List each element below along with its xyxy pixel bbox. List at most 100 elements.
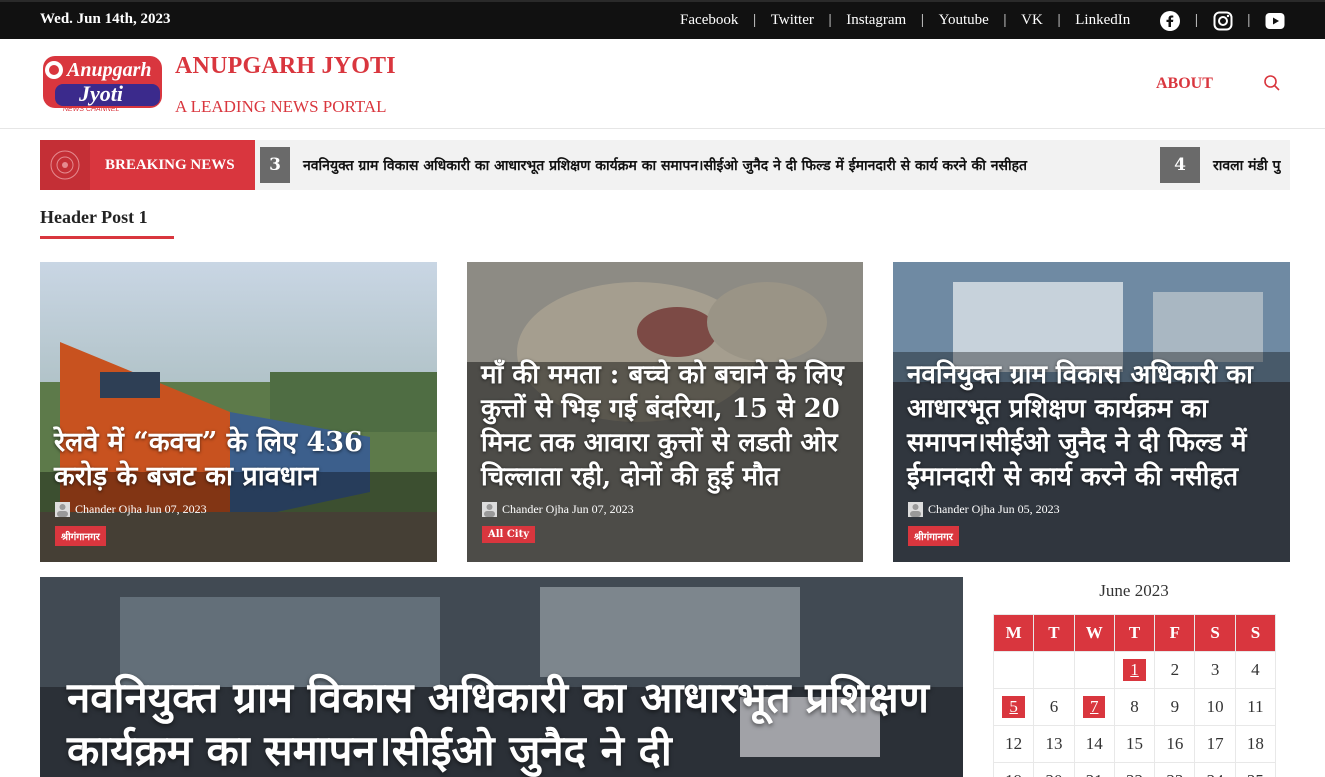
- calendar-day[interactable]: 5: [992, 688, 1035, 726]
- linkedin-link[interactable]: LinkedIn: [1075, 12, 1130, 29]
- calendar-week-row: 1234: [992, 651, 1277, 689]
- calendar-day-link[interactable]: 7: [1082, 696, 1106, 718]
- weekday-header: F: [1154, 614, 1196, 652]
- facebook-icon[interactable]: [1160, 10, 1181, 31]
- calendar-day: 4: [1234, 651, 1277, 689]
- separator: |: [1002, 13, 1008, 28]
- post-meta: Chander Ojha Jun 07, 2023: [482, 502, 634, 517]
- ticker-item[interactable]: 4 रावला मंडी पु: [1160, 147, 1280, 183]
- calendar-day: 24: [1194, 762, 1236, 777]
- broadcast-icon: [40, 140, 90, 190]
- calendar-day-link[interactable]: 1: [1123, 659, 1146, 681]
- calendar-day[interactable]: 7: [1073, 688, 1115, 726]
- separator: |: [827, 13, 833, 28]
- social-links: Facebook | Twitter | Instagram | Youtube…: [680, 2, 1285, 39]
- weekday-header: W: [1073, 614, 1115, 652]
- post-card[interactable]: माँ की ममता : बच्चे को बचाने के लिए कुत्…: [467, 262, 863, 562]
- post-category[interactable]: श्रीगंगानगर: [55, 526, 106, 546]
- post-date: Jun 07, 2023: [571, 502, 634, 516]
- top-bar: Wed. Jun 14th, 2023 Facebook | Twitter |…: [0, 0, 1325, 39]
- post-card[interactable]: रेलवे में “कवच” के लिए 436 करोड़ के बजट …: [40, 262, 437, 562]
- instagram-link[interactable]: Instagram: [846, 12, 906, 29]
- ticker-item[interactable]: 3 नवनियुक्त ग्राम विकास अधिकारी का आधारभ…: [260, 147, 1027, 183]
- calendar-day: 17: [1194, 725, 1236, 763]
- post-meta: Chander Ojha Jun 05, 2023: [908, 502, 1060, 517]
- calendar-day: 23: [1154, 762, 1196, 777]
- calendar-week-row: 5 6 7 8 9 10 11: [992, 688, 1277, 726]
- calendar-day-link[interactable]: 5: [1002, 696, 1025, 718]
- ticker-thumbnail: 3: [260, 147, 290, 183]
- weekday-header: S: [1234, 614, 1277, 652]
- author-avatar-icon: [482, 502, 497, 517]
- svg-text:Anupgarh: Anupgarh: [65, 59, 152, 81]
- weekday-header: T: [1113, 614, 1156, 652]
- calendar-day: 12: [992, 725, 1035, 763]
- twitter-link[interactable]: Twitter: [771, 12, 814, 29]
- breaking-news-bar: BREAKING NEWS 3 नवनियुक्त ग्राम विकास अध…: [40, 140, 1290, 190]
- calendar-day: [1033, 651, 1075, 689]
- youtube-link[interactable]: Youtube: [939, 12, 989, 29]
- post-title[interactable]: नवनियुक्त ग्राम विकास अधिकारी का आधारभूत…: [907, 358, 1278, 494]
- separator: |: [752, 13, 757, 28]
- calendar-day: 2: [1154, 651, 1196, 689]
- separator: |: [1056, 13, 1062, 28]
- post-author[interactable]: Chander Ojha: [75, 502, 142, 517]
- post-author[interactable]: Chander Ojha: [502, 502, 569, 517]
- post-card[interactable]: नवनियुक्त ग्राम विकास अधिकारी का आधारभूत…: [893, 262, 1290, 562]
- calendar-day: 8: [1113, 688, 1156, 726]
- ticker-thumbnail: 4: [1160, 147, 1200, 183]
- featured-post-title[interactable]: नवनियुक्त ग्राम विकास अधिकारी का आधारभूत…: [67, 671, 947, 777]
- calendar-week-row: 19202122232425: [992, 762, 1277, 777]
- site-tagline: A LEADING NEWS PORTAL: [175, 97, 387, 116]
- svg-text:NEWS CHANNEL: NEWS CHANNEL: [63, 106, 120, 112]
- author-avatar-icon: [908, 502, 923, 517]
- instagram-icon[interactable]: [1213, 11, 1233, 31]
- calendar-day: 18: [1234, 725, 1277, 763]
- youtube-icon[interactable]: [1265, 11, 1285, 31]
- calendar-day: 14: [1073, 725, 1115, 763]
- site-logo[interactable]: Anupgarh Jyoti NEWS CHANNEL: [41, 54, 164, 113]
- calendar-day: [1073, 651, 1115, 689]
- post-title[interactable]: रेलवे में “कवच” के लिए 436 करोड़ के बजट …: [54, 426, 425, 494]
- calendar-day: 11: [1234, 688, 1277, 726]
- section-heading: Header Post 1: [40, 207, 148, 227]
- post-category[interactable]: All City: [482, 526, 536, 543]
- calendar-day: 16: [1154, 725, 1196, 763]
- svg-text:Jyoti: Jyoti: [78, 81, 124, 106]
- weekday-header: S: [1194, 614, 1236, 652]
- separator: |: [920, 13, 925, 28]
- nav-about-link[interactable]: ABOUT: [1156, 75, 1213, 93]
- search-icon[interactable]: [1263, 74, 1281, 92]
- ticker-headline[interactable]: रावला मंडी पु: [1213, 156, 1280, 175]
- calendar-day: 6: [1033, 688, 1075, 726]
- weekday-header: T: [1033, 614, 1075, 652]
- post-author[interactable]: Chander Ojha: [928, 502, 995, 517]
- author-avatar-icon: [55, 502, 70, 517]
- calendar-day: 9: [1154, 688, 1196, 726]
- site-title[interactable]: ANUPGARH JYOTI: [175, 53, 396, 80]
- calendar-day[interactable]: 1: [1113, 651, 1156, 689]
- post-image: [40, 262, 437, 562]
- featured-post[interactable]: नवनियुक्त ग्राम विकास अधिकारी का आधारभूत…: [40, 577, 963, 777]
- site-header: Anupgarh Jyoti NEWS CHANNEL ANUPGARH JYO…: [0, 39, 1325, 129]
- calendar-day: 22: [1113, 762, 1156, 777]
- calendar-day: 19: [992, 762, 1035, 777]
- separator: |: [1194, 13, 1199, 28]
- breaking-news-label: BREAKING NEWS: [40, 140, 255, 190]
- post-meta: Chander Ojha Jun 07, 2023: [55, 502, 207, 517]
- calendar-day: 21: [1073, 762, 1115, 777]
- vk-link[interactable]: VK: [1021, 12, 1043, 29]
- ticker-headline[interactable]: नवनियुक्त ग्राम विकास अधिकारी का आधारभूत…: [303, 156, 1027, 175]
- post-category[interactable]: श्रीगंगानगर: [908, 526, 959, 546]
- post-title[interactable]: माँ की ममता : बच्चे को बचाने के लिए कुत्…: [481, 358, 851, 494]
- calendar-week-row: 12 13 14 15 16 17 18: [992, 725, 1277, 763]
- separator: |: [1246, 13, 1251, 28]
- calendar-day: 3: [1194, 651, 1236, 689]
- calendar-day: [992, 651, 1035, 689]
- post-date: Jun 05, 2023: [997, 502, 1060, 516]
- calendar-day: 13: [1033, 725, 1075, 763]
- current-date: Wed. Jun 14th, 2023: [40, 11, 171, 27]
- facebook-link[interactable]: Facebook: [680, 12, 738, 29]
- calendar-caption: June 2023: [1099, 581, 1169, 600]
- calendar-day: 10: [1194, 688, 1236, 726]
